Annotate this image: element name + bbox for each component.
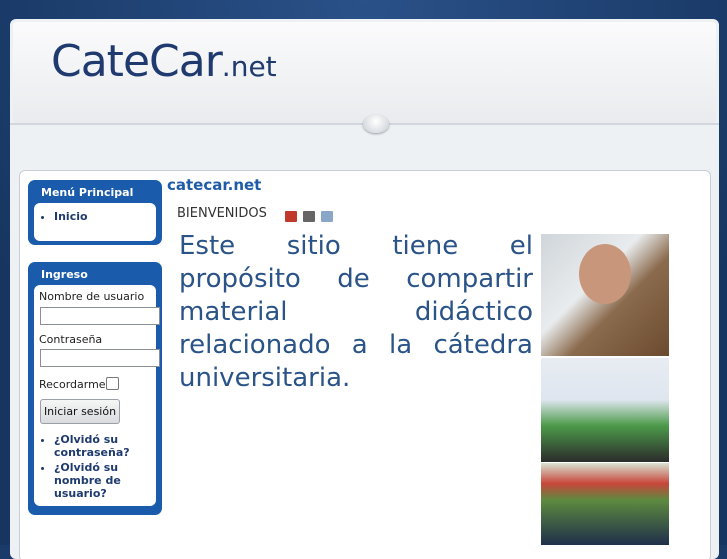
username-label: Nombre de usuario [39,290,145,303]
login-button[interactable]: Iniciar sesión [40,399,120,424]
main-menu-module: Menú Principal Inicio [28,180,162,245]
article-body: Este sitio tiene el propósito de compart… [179,231,533,393]
remember-checkbox[interactable] [106,377,119,390]
forgot-username-link[interactable]: ¿Olvidó su nombre de usuario? [54,461,164,500]
main-menu-title: Menú Principal [41,186,134,199]
login-title: Ingreso [41,268,88,281]
header-knob-icon [363,115,389,133]
main-menu-body: Inicio [34,203,156,241]
email-icon[interactable] [321,211,333,222]
login-module: Ingreso Nombre de usuario Contraseña Rec… [28,262,162,515]
print-icon[interactable] [303,211,315,222]
page-title[interactable]: catecar.net [167,176,261,194]
site-logo[interactable]: CateCar.net [51,36,277,87]
logo-suffix: .net [221,50,277,83]
remember-label: Recordarme [39,378,106,391]
username-input[interactable] [40,307,160,325]
group-photo [541,463,669,545]
article-icons [285,207,339,226]
portrait-photo [541,234,669,356]
article-title: BIENVENIDOS [177,206,267,221]
password-label: Contraseña [39,333,103,346]
password-input[interactable] [40,349,160,367]
header: CateCar.net [13,22,716,124]
logo-main: CateCar [51,36,223,87]
pdf-icon[interactable] [285,211,297,222]
forgot-password-link[interactable]: ¿Olvidó su contraseña? [54,433,164,459]
menu-item-inicio[interactable]: Inicio [54,210,156,223]
portrait-face [579,244,631,304]
classroom-photo [541,358,669,462]
login-body: Nombre de usuario Contraseña Recordarme … [34,285,160,506]
